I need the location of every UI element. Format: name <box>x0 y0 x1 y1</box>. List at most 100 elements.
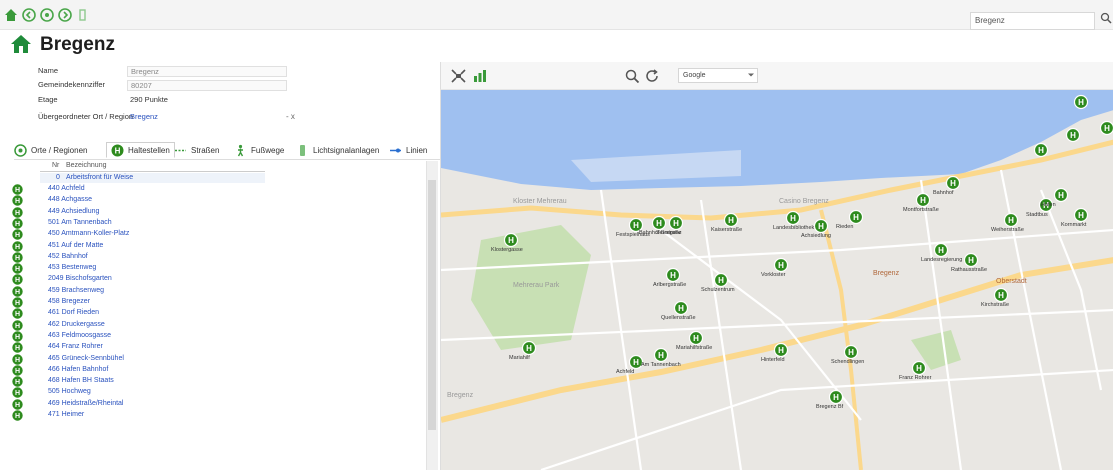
bookmark-icon[interactable] <box>76 8 90 22</box>
list-scroll-thumb[interactable] <box>428 180 436 430</box>
code-field[interactable]: 80207 <box>127 80 287 91</box>
table-row[interactable]: H 458 Bregezer <box>0 297 425 308</box>
row-label: 459 Brachsenweg <box>48 286 105 294</box>
table-row[interactable]: H 469 Heidstraße/Rheintal <box>0 398 425 410</box>
bus-stop-marker[interactable]: H <box>963 252 979 268</box>
table-row[interactable]: H 462 Druckergasse <box>0 319 425 331</box>
svg-text:H: H <box>115 146 121 155</box>
history-icon[interactable] <box>40 8 54 22</box>
row-label: 2049 Bischofsgarten <box>48 275 112 283</box>
bus-stop-marker[interactable]: H <box>653 347 669 363</box>
table-row[interactable]: H 463 Feldmoosgasse <box>0 331 425 342</box>
tab-haltestellen[interactable]: H Haltestellen <box>106 142 175 158</box>
bus-stop-marker[interactable]: H <box>945 175 961 191</box>
bus-stop-marker[interactable]: H <box>651 215 667 231</box>
bus-stop-icon: H <box>111 144 124 156</box>
tab-strassen[interactable]: Straßen <box>174 142 219 158</box>
table-row[interactable]: H 461 Dorf Rieden <box>0 308 425 319</box>
field-parent-region: Übergeordneter Ort / Region Bregenz - x <box>0 112 440 124</box>
forward-icon[interactable] <box>58 8 72 22</box>
bus-stop-marker[interactable]: H <box>848 209 864 225</box>
table-row[interactable]: H 465 Grüneck-Sennbühel <box>0 353 425 365</box>
table-row[interactable]: H 468 Hafen BH Staats <box>0 376 425 387</box>
bus-stop-marker[interactable]: H <box>915 192 931 208</box>
fit-extent-icon[interactable] <box>451 69 466 83</box>
tab-lichtsignalanlagen[interactable]: Lichtsignalanlagen <box>296 142 379 158</box>
back-icon[interactable] <box>22 8 36 22</box>
bus-stop-marker[interactable]: H <box>713 272 729 288</box>
properties-form: Name Bregenz Gemeindekennziffer 80207 Et… <box>0 62 440 148</box>
home-icon[interactable] <box>4 8 18 22</box>
name-field[interactable]: Bregenz <box>127 66 287 77</box>
svg-text:H: H <box>15 334 20 341</box>
row-label: 450 Amtmann-Koller-Platz <box>48 230 130 238</box>
zoom-icon[interactable] <box>625 69 640 83</box>
table-row[interactable]: H 464 Franz Rohrer <box>0 342 425 353</box>
table-row[interactable]: H 501 Am Tannenbach <box>0 218 425 229</box>
map-type-select[interactable]: Google <box>678 68 758 83</box>
house-icon <box>11 35 31 53</box>
table-row[interactable]: H 440 Achfeld <box>0 184 425 195</box>
bus-stop-marker[interactable]: H <box>773 257 789 273</box>
field-name: Name Bregenz <box>0 66 440 78</box>
bus-stop-marker[interactable]: H <box>1073 94 1089 110</box>
bus-stop-marker[interactable]: H <box>1003 212 1019 228</box>
column-nr[interactable]: Nr <box>52 162 59 169</box>
table-row[interactable]: H 453 Bestenweg <box>0 263 425 274</box>
tab-fusswege[interactable]: Fußwege <box>234 142 284 158</box>
table-row[interactable]: H 2049 Bischofsgarten <box>0 274 425 286</box>
bus-stop-marker[interactable]: H <box>1053 187 1069 203</box>
place-label: Bregenz <box>873 270 900 277</box>
chart-icon[interactable] <box>473 69 488 83</box>
bus-stop-marker[interactable]: H <box>521 340 537 356</box>
svg-text:H: H <box>15 413 20 420</box>
search-icon[interactable] <box>1100 12 1112 26</box>
bus-stop-marker[interactable]: H <box>1033 142 1049 158</box>
refresh-icon[interactable] <box>645 69 660 83</box>
table-row[interactable]: H 451 Auf der Matte <box>0 240 425 252</box>
bus-stop-marker[interactable]: H <box>813 218 829 234</box>
bus-stop-marker[interactable]: H <box>1099 120 1113 136</box>
table-row[interactable]: H 452 Bahnhof <box>0 252 425 263</box>
svg-text:H: H <box>950 179 956 188</box>
table-row[interactable]: H 466 Hafen Bahnhof <box>0 365 425 376</box>
bus-stop-icon: H <box>12 218 23 229</box>
parent-region-link[interactable]: Bregenz <box>127 112 287 123</box>
bus-stop-marker[interactable]: H <box>828 389 844 405</box>
column-bezeichnung[interactable]: Bezeichnung <box>66 162 106 169</box>
bus-stop-icon: H <box>12 331 23 342</box>
tab-label: Straßen <box>191 145 220 155</box>
svg-text:H: H <box>526 344 532 353</box>
bus-stop-marker[interactable]: H <box>785 210 801 226</box>
bus-stop-marker[interactable]: H <box>503 232 519 248</box>
bus-stop-marker[interactable]: H <box>673 300 689 316</box>
table-row[interactable]: H 505 Hochweg <box>0 387 425 399</box>
etage-value: 290 Punkte <box>130 95 168 104</box>
bus-stop-marker[interactable]: H <box>1065 127 1081 143</box>
bus-stop-marker[interactable]: H <box>993 287 1009 303</box>
tab-label: Fußwege <box>251 145 285 155</box>
table-row[interactable]: H 459 Brachsenweg <box>0 285 425 297</box>
parent-region-clear[interactable]: - x <box>286 112 295 121</box>
bus-stop-marker[interactable]: H <box>665 267 681 283</box>
tab-orte-regionen[interactable]: Orte / Regionen <box>14 142 87 158</box>
bus-stop-marker[interactable]: H <box>843 344 859 360</box>
svg-text:H: H <box>1008 216 1014 225</box>
bus-stop-marker[interactable]: H <box>911 360 927 376</box>
bus-stop-marker[interactable]: H <box>933 242 949 258</box>
bus-stop-marker[interactable]: H <box>773 342 789 358</box>
search-input[interactable]: Bregenz <box>970 12 1095 30</box>
bus-stop-marker[interactable]: H <box>668 215 684 231</box>
bus-stop-marker[interactable]: H <box>1073 207 1089 223</box>
tab-linien[interactable]: Linien <box>389 142 427 158</box>
bus-stop-marker[interactable]: H <box>723 212 739 228</box>
bus-stop-marker[interactable]: H <box>688 330 704 346</box>
map-view[interactable]: HHHHHHHHHHHHHHHHHHHHHHHHHHHHHHHHH Kloste… <box>440 90 1113 470</box>
table-row[interactable]: H 450 Amtmann-Koller-Platz <box>0 229 425 240</box>
table-row[interactable]: H 471 Heimer <box>0 410 425 421</box>
field-label: Name <box>38 66 59 75</box>
list-filter-row[interactable]: 0 Arbeitsfront für Weise <box>40 173 265 183</box>
stop-label: Kaiserstraße <box>711 227 743 233</box>
table-row[interactable]: H 449 Achsiedlung <box>0 206 425 218</box>
table-row[interactable]: H 448 Achgasse <box>0 195 425 206</box>
